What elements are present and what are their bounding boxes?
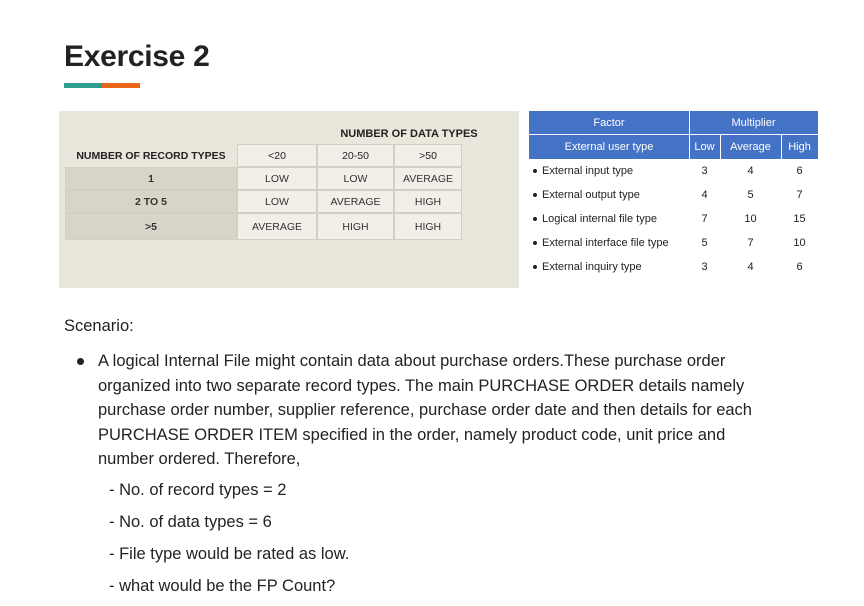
bullet-dot: [533, 193, 537, 197]
title-underline: [64, 83, 140, 88]
paragraph-line: PURCHASE ORDER ITEM specified in the ord…: [98, 425, 726, 444]
multiplier-table: Factor Multiplier External user type Low…: [529, 111, 818, 287]
title-underline-orange: [102, 83, 140, 88]
scenario-item: - what would be the FP Count?: [109, 577, 336, 595]
matrix-cell: LOW: [237, 190, 317, 213]
average-header: Average: [720, 135, 781, 159]
average-value: 4: [747, 165, 754, 177]
data-types-group-label: NUMBER OF DATA TYPES: [340, 128, 478, 140]
paragraph-line: organized into two separate record types…: [98, 376, 745, 395]
complexity-matrix: NUMBER OF DATA TYPES NUMBER OF RECORD TY…: [59, 111, 519, 288]
factor-row-label: External inquiry type: [529, 255, 689, 279]
factor-row-label: Logical internal file type: [529, 207, 689, 231]
paragraph-line: purchase order number, supplier referenc…: [98, 401, 752, 419]
paragraph-line: A logical Internal File might contain da…: [98, 352, 726, 370]
scenario-label: Scenario:: [64, 317, 134, 335]
average-value: 10: [744, 213, 757, 225]
low-value: 7: [701, 213, 708, 225]
matrix-cell: AVERAGE: [237, 213, 317, 240]
row-label-gt5: >5: [65, 213, 237, 240]
matrix-cell: HIGH: [317, 213, 394, 240]
title-underline-teal: [64, 83, 102, 88]
high-value: 15: [793, 213, 806, 225]
scenario-item: - File type would be rated as low.: [109, 545, 350, 563]
multiplier-header: Multiplier: [689, 111, 818, 135]
high-value: 7: [796, 189, 803, 201]
factor-header: Factor: [529, 111, 689, 135]
low-value: 3: [701, 261, 708, 273]
average-value: 4: [747, 261, 754, 273]
matrix-cell: LOW: [317, 167, 394, 190]
header-divider: [529, 134, 818, 135]
average-value: 7: [747, 237, 754, 249]
header-divider: [781, 135, 782, 159]
high-value: 6: [796, 165, 803, 177]
low-value: 4: [701, 189, 708, 201]
matrix-cell: HIGH: [394, 213, 462, 240]
scenario-items: - No. of record types = 2 - No. of data …: [109, 480, 349, 606]
col-header-gt50: >50: [394, 144, 462, 167]
header-divider: [689, 111, 690, 159]
row-label-1: 1: [65, 167, 237, 190]
matrix-cell: LOW: [237, 167, 317, 190]
col-header-20-50: 20-50: [317, 144, 394, 167]
header-divider: [720, 135, 721, 159]
external-user-type-header: External user type: [529, 135, 689, 159]
average-value: 5: [747, 189, 754, 201]
factor-row-label: External input type: [529, 159, 689, 183]
record-types-group-label: NUMBER OF RECORD TYPES: [65, 144, 237, 167]
matrix-cell: HIGH: [394, 190, 462, 213]
page-title: Exercise 2: [64, 40, 210, 73]
paragraph-line: number ordered. Therefore,: [98, 450, 301, 468]
bullet-dot: [77, 358, 84, 365]
matrix-cell: AVERAGE: [317, 190, 394, 213]
bullet-dot: [533, 241, 537, 245]
bullet-dot: [533, 265, 537, 269]
scenario-item: - No. of data types = 6: [109, 513, 272, 531]
high-value: 10: [793, 237, 806, 249]
low-header: Low: [689, 135, 720, 159]
high-header: High: [781, 135, 818, 159]
low-value: 3: [701, 165, 708, 177]
factor-row-label: External output type: [529, 183, 689, 207]
low-value: 5: [701, 237, 708, 249]
factor-row-label: External interface file type: [529, 231, 689, 255]
col-header-lt20: <20: [237, 144, 317, 167]
scenario-item: - No. of record types = 2: [109, 481, 287, 499]
row-label-2-to-5: 2 TO 5: [65, 190, 237, 213]
bullet-dot: [533, 217, 537, 221]
matrix-cell: AVERAGE: [394, 167, 462, 190]
scenario-paragraph: A logical Internal File might contain da…: [77, 349, 818, 472]
high-value: 6: [796, 261, 803, 273]
bullet-dot: [533, 169, 537, 173]
